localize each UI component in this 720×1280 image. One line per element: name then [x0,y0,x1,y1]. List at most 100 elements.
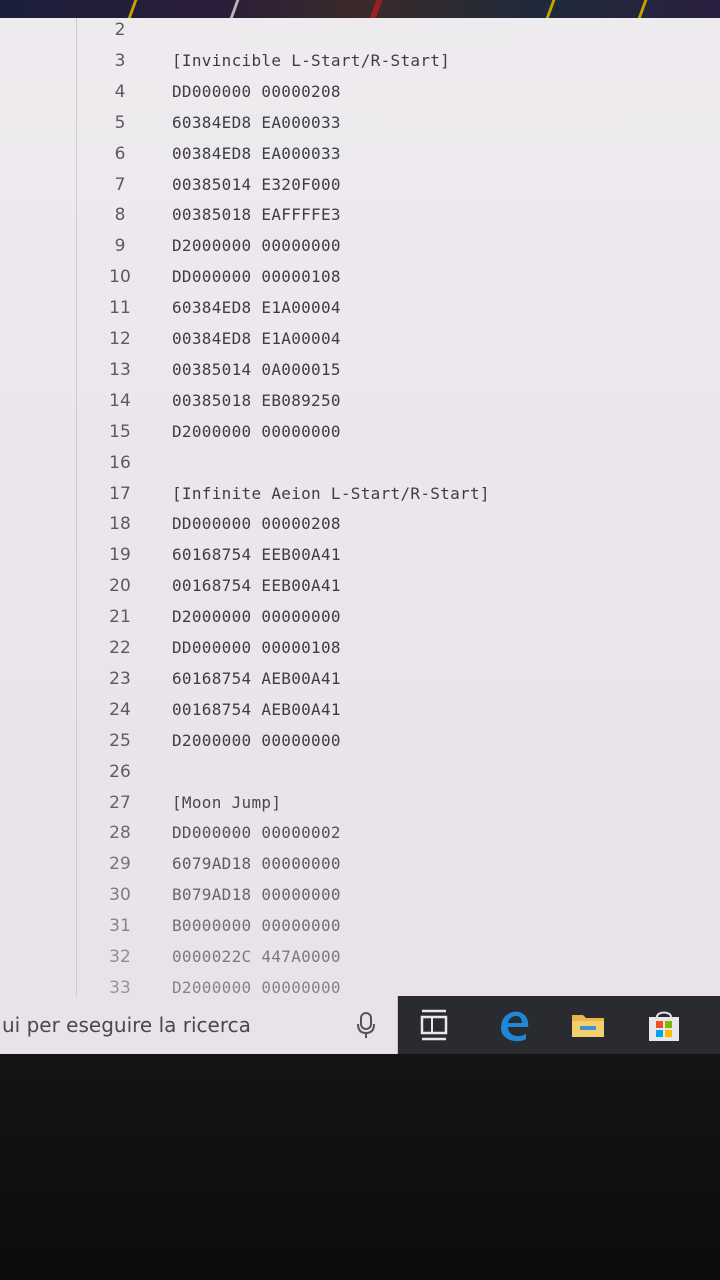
line-text: DD000000 00000208 [172,81,341,101]
line-number: 14 [109,390,131,411]
line-text: 00384ED8 E1A00004 [172,329,341,348]
line-number: 6 [114,143,126,164]
screen: 2 3 [Invincible L-Start/R-Start] 4 DD000000 … [0,0,720,1280]
line-text: 00385014 0A000015 [172,359,341,379]
line-text: 00168754 AEB00A41 [172,699,341,719]
code-line[interactable]: 23 60168754 AEB00A41 [0,664,720,694]
line-text: 60168754 AEB00A41 [172,668,341,688]
line-number: 12 [109,329,131,349]
line-number: 13 [109,359,131,380]
line-text: 00168754 EEB00A41 [172,576,341,596]
line-text: 0000022C 447A0000 [172,947,341,966]
microphone-icon[interactable] [352,1010,380,1040]
code-line[interactable]: 21 D2000000 00000000 [0,602,720,632]
code-line[interactable]: 2 [0,18,720,45]
code-line[interactable]: 13 00385014 0A000015 [0,355,720,385]
code-line[interactable]: 5 60384ED8 EA000033 [0,108,720,138]
code-line[interactable]: 22 DD000000 00000108 [0,633,720,663]
line-text: DD000000 00000002 [172,823,341,843]
line-number: 30 [109,885,131,906]
code-line[interactable]: 7 00385014 E320F000 [0,170,720,200]
line-number: 18 [109,514,131,535]
code-editor[interactable]: 2 3 [Invincible L-Start/R-Start] 4 DD000000 … [0,18,720,996]
line-number: 31 [109,916,131,937]
line-number: 15 [109,421,131,442]
line-number: 7 [114,174,126,195]
code-line[interactable]: 28 DD000000 00000002 [0,818,720,848]
line-number: 8 [114,205,126,226]
line-number: 22 [109,638,131,658]
line-number: 21 [109,607,131,628]
code-line[interactable]: 9 D2000000 00000000 [0,231,720,261]
line-text: 60168754 EEB00A41 [172,545,341,565]
line-text: 6079AD18 00000000 [172,854,341,874]
code-line[interactable]: 32 0000022C 447A0000 [0,942,720,972]
edge-icon[interactable] [494,1006,534,1044]
code-line[interactable]: 31 B0000000 00000000 [0,911,720,941]
code-line[interactable]: 15 D2000000 00000000 [0,417,720,447]
code-line[interactable]: 17 [Infinite Aeion L-Start/R-Start] [0,479,720,509]
line-text: 60384ED8 EA000033 [172,112,341,132]
line-text: D2000000 00000000 [172,977,341,996]
line-number: 5 [114,112,126,133]
line-number: 9 [114,236,126,257]
line-number: 32 [109,947,131,967]
code-line[interactable]: 11 60384ED8 E1A00004 [0,293,720,323]
line-number: 29 [109,854,131,875]
code-line[interactable]: 18 DD000000 00000208 [0,509,720,539]
line-number: 20 [109,576,131,597]
code-line[interactable]: 33 D2000000 00000000 [0,973,720,996]
code-line[interactable]: 3 [Invincible L-Start/R-Start] [0,46,720,76]
code-line[interactable]: 20 00168754 EEB00A41 [0,571,720,601]
code-line[interactable]: 24 00168754 AEB00A41 [0,695,720,725]
search-placeholder: ui per eseguire la ricerca [2,1013,251,1037]
code-line[interactable]: 12 00384ED8 E1A00004 [0,324,720,354]
code-line[interactable]: 26 [0,757,720,787]
code-line[interactable]: 14 00385018 EB089250 [0,386,720,416]
code-line[interactable]: 29 6079AD18 00000000 [0,849,720,879]
line-text: 00385018 EAFFFFE3 [172,205,341,225]
line-number: 24 [109,699,131,720]
monitor-bezel [0,1054,720,1280]
task-view-icon[interactable] [414,1006,454,1044]
line-number: 26 [109,761,131,782]
line-text: D2000000 00000000 [172,421,341,441]
taskbar: ui per eseguire la ricerca [0,996,720,1054]
line-text: 00384ED8 EA000033 [172,143,341,163]
line-text: [Invincible L-Start/R-Start] [172,50,451,70]
line-number: 27 [109,792,131,813]
code-line[interactable]: 8 00385018 EAFFFFE3 [0,200,720,230]
line-text: DD000000 00000108 [172,267,341,287]
code-line[interactable]: 25 D2000000 00000000 [0,726,720,756]
code-line[interactable]: 30 B079AD18 00000000 [0,880,720,910]
line-text: 00385014 E320F000 [172,174,341,194]
line-text: B0000000 00000000 [172,916,341,936]
line-text: D2000000 00000000 [172,607,341,627]
code-line[interactable]: 4 DD000000 00000208 [0,77,720,107]
line-text: [Moon Jump] [172,792,282,812]
code-line[interactable]: 19 60168754 EEB00A41 [0,540,720,570]
line-text: [Infinite Aeion L-Start/R-Start] [172,483,490,503]
line-number: 11 [109,298,131,319]
line-text: D2000000 00000000 [172,236,341,256]
line-text: DD000000 00000108 [172,638,341,657]
line-number: 25 [109,730,131,751]
line-number: 16 [109,452,131,473]
line-number: 2 [114,20,126,40]
code-line[interactable]: 10 DD000000 00000108 [0,262,720,292]
line-number: 19 [109,545,131,566]
line-number: 17 [109,483,131,504]
line-text: B079AD18 00000000 [172,885,341,905]
line-number: 33 [109,977,131,996]
code-line[interactable]: 27 [Moon Jump] [0,788,720,818]
code-line[interactable]: 6 00384ED8 EA000033 [0,139,720,169]
line-number: 23 [109,668,131,689]
line-text: DD000000 00000208 [172,514,341,534]
store-icon[interactable] [644,1006,684,1044]
code-line[interactable]: 16 [0,448,720,478]
search-box[interactable]: ui per eseguire la ricerca [0,996,398,1054]
line-number: 3 [114,50,126,71]
line-number: 10 [109,267,131,288]
file-explorer-icon[interactable] [568,1006,608,1044]
line-number: 28 [109,823,131,844]
